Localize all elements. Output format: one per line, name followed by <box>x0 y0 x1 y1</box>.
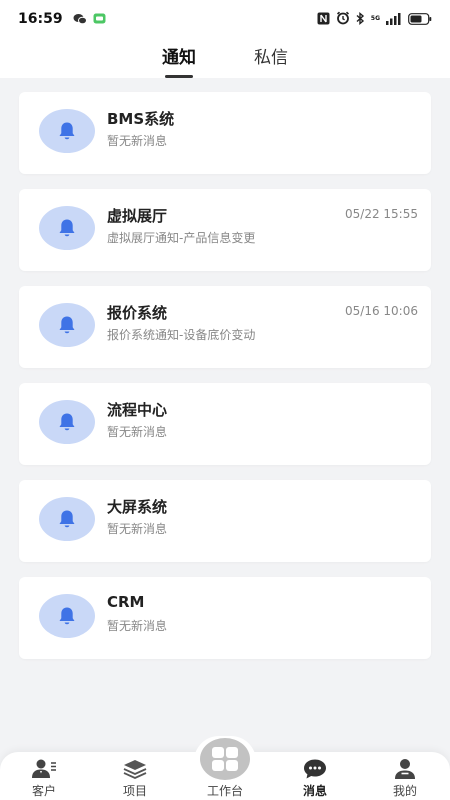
tab-private-messages[interactable]: 私信 <box>254 38 288 78</box>
nav-item-customers[interactable]: 客户 <box>9 758 79 799</box>
system-avatar <box>39 497 95 541</box>
nav-item-profile[interactable]: 我的 <box>370 758 440 799</box>
message-app-icon <box>93 10 106 29</box>
customer-icon <box>32 759 56 778</box>
tab-notifications[interactable]: 通知 <box>162 38 196 78</box>
bell-icon <box>59 413 75 431</box>
nav-item-projects[interactable]: 项目 <box>100 758 170 799</box>
nav-label: 工作台 <box>206 784 243 798</box>
bluetooth-icon <box>356 10 365 29</box>
system-avatar <box>39 109 95 153</box>
notification-preview: 暂无新消息 <box>107 425 168 439</box>
bell-icon <box>59 122 75 140</box>
system-avatar <box>39 206 95 250</box>
message-tabs: 通知 私信 <box>0 38 450 78</box>
nav-item-workbench[interactable] <box>200 738 250 780</box>
notification-preview: 报价系统通知-设备底价变动 <box>107 328 256 342</box>
system-avatar <box>39 400 95 444</box>
bell-icon <box>59 219 75 237</box>
nav-item-messages[interactable]: 消息 <box>280 758 350 799</box>
grid-icon <box>212 747 238 771</box>
notification-item-big-screen[interactable]: 大屏系统 暂无新消息 <box>19 480 431 562</box>
notification-preview: 暂无新消息 <box>107 619 168 633</box>
status-time: 16:59 <box>18 11 63 27</box>
system-avatar <box>39 303 95 347</box>
notification-time: 05/22 15:55 <box>345 207 418 221</box>
chat-icon <box>304 759 326 779</box>
notification-time: 05/16 10:06 <box>345 304 418 318</box>
tab-label: 私信 <box>254 48 288 68</box>
profile-icon <box>395 759 415 779</box>
battery-icon <box>408 10 432 29</box>
nav-label: 客户 <box>31 784 56 798</box>
notification-title: CRM <box>107 593 145 611</box>
notification-item-crm[interactable]: CRM 暂无新消息 <box>19 577 431 659</box>
notification-preview: 暂无新消息 <box>107 134 168 148</box>
notification-title: BMS系统 <box>107 110 175 128</box>
active-tab-indicator <box>165 75 193 78</box>
system-avatar <box>39 594 95 638</box>
bell-icon <box>59 607 75 625</box>
bell-icon <box>59 316 75 334</box>
notification-title: 虚拟展厅 <box>107 207 168 225</box>
notification-title: 流程中心 <box>107 401 168 419</box>
nfc-icon <box>317 10 330 29</box>
nav-label: 消息 <box>302 784 327 798</box>
nav-label: 项目 <box>122 784 147 798</box>
nav-label: 我的 <box>392 784 417 798</box>
status-bar: 16:59 5G <box>0 0 450 38</box>
network-type-label: 5G <box>370 15 380 22</box>
signal-icon <box>386 10 402 29</box>
notification-title: 大屏系统 <box>107 498 168 516</box>
layers-icon <box>123 760 147 779</box>
bell-icon <box>59 510 75 528</box>
notification-item-quotation[interactable]: 报价系统 05/16 10:06 报价系统通知-设备底价变动 <box>19 286 431 368</box>
alarm-icon <box>336 10 350 29</box>
notification-item-process-center[interactable]: 流程中心 暂无新消息 <box>19 383 431 465</box>
tab-label: 通知 <box>162 48 196 68</box>
notification-item-bms[interactable]: BMS系统 暂无新消息 <box>19 92 431 174</box>
notification-preview: 暂无新消息 <box>107 522 168 536</box>
notification-item-virtual-showroom[interactable]: 虚拟展厅 05/22 15:55 虚拟展厅通知-产品信息变更 <box>19 189 431 271</box>
notification-preview: 虚拟展厅通知-产品信息变更 <box>107 231 256 245</box>
notification-title: 报价系统 <box>107 304 168 322</box>
wechat-icon <box>73 10 87 29</box>
notification-list: BMS系统 暂无新消息 虚拟展厅 05/22 15:55 虚拟展厅通知-产品信息… <box>19 92 431 674</box>
